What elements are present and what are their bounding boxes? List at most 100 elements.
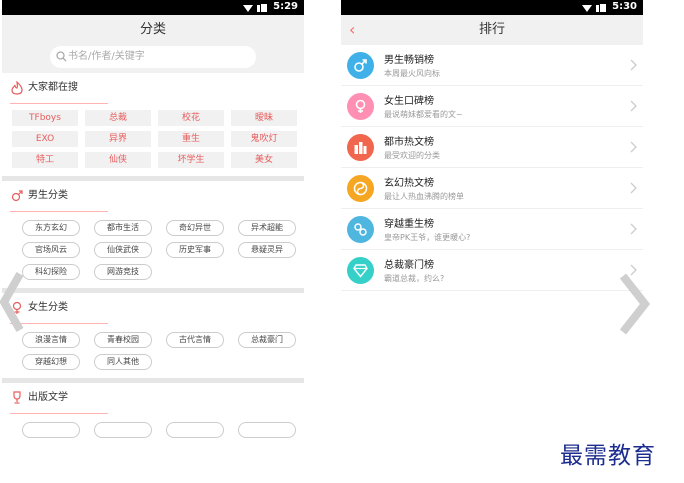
category-screen: 5:29 分类 书名/作者/关键字 大家都在搜 TFboys 总裁 校花 暧昧 …	[2, 0, 304, 450]
chevron-right-icon	[630, 223, 637, 235]
search-placeholder: 书名/作者/关键字	[68, 51, 145, 62]
hot-tag[interactable]: 校花	[158, 110, 224, 126]
rank-title: 男生畅销榜	[384, 55, 434, 66]
timetravel-icon	[354, 223, 367, 236]
rank-list-item[interactable]: 总裁豪门榜 霸道总裁，约么?	[341, 250, 643, 291]
hot-tag[interactable]: 特工	[12, 152, 78, 168]
back-arrow-icon[interactable]: ‹	[349, 15, 355, 45]
publish-category-grid-partial	[2, 414, 304, 446]
male-category-grid: 东方玄幻 都市生活 奇幻异世 异术超能 官场风云 仙侠武侠 历史军事 悬疑灵异 …	[2, 212, 304, 288]
male-icon	[354, 59, 367, 72]
male-category-title: 男生分类	[2, 181, 304, 211]
category-tag[interactable]: 总裁豪门	[238, 332, 296, 348]
category-tag[interactable]: 历史军事	[166, 242, 224, 258]
chevron-right-icon	[630, 141, 637, 153]
page-title-text: 排行	[478, 22, 505, 37]
rank-icon-circle	[347, 52, 374, 79]
female-category-title-text: 女生分类	[28, 302, 68, 313]
chevron-right-icon	[630, 100, 637, 112]
page-title: ‹ 排行	[341, 15, 643, 45]
chevron-right-icon	[630, 59, 637, 71]
hot-tag[interactable]: 暧昧	[231, 110, 297, 126]
category-tag[interactable]: 悬疑灵异	[238, 242, 296, 258]
hot-search-grid: TFboys 总裁 校花 暧昧 EXO 异界 重生 鬼吹灯 特工 仙侠 坏学生 …	[2, 104, 304, 176]
category-tag[interactable]: 异术超能	[238, 220, 296, 236]
chevron-right-icon	[630, 182, 637, 194]
category-tag[interactable]: 青春校园	[94, 332, 152, 348]
rank-list-item[interactable]: 玄幻热文榜 最让人热血沸腾的榜单	[341, 168, 643, 209]
hot-tag[interactable]: 坏学生	[158, 152, 224, 168]
category-tag[interactable]: 都市生活	[94, 220, 152, 236]
hot-tag[interactable]: 鬼吹灯	[231, 131, 297, 147]
rank-title: 女生口碑榜	[384, 96, 434, 107]
category-tag[interactable]: 官场风云	[22, 242, 80, 258]
male-category-title-text: 男生分类	[28, 190, 68, 201]
category-tag[interactable]	[238, 422, 296, 438]
rank-icon-circle	[347, 175, 374, 202]
rank-subtitle: 霸道总裁，约么?	[384, 274, 445, 283]
rank-icon-circle	[347, 134, 374, 161]
hot-tag[interactable]: 异界	[85, 131, 151, 147]
diamond-icon	[353, 264, 368, 278]
status-icons	[243, 4, 267, 12]
rank-title: 总裁豪门榜	[384, 260, 434, 271]
category-tag[interactable]: 东方玄幻	[22, 220, 80, 236]
category-tag[interactable]	[22, 422, 80, 438]
category-tag[interactable]: 网游竞技	[94, 264, 152, 280]
rank-list-item[interactable]: 都市热文榜 最受欢迎的分类	[341, 127, 643, 168]
rank-subtitle: 皇帝PK王爷，谁更暖心?	[384, 233, 471, 242]
rank-subtitle: 最说萌妹都爱看的文~	[384, 110, 463, 119]
female-category-title: 女生分类	[2, 293, 304, 323]
rank-subtitle: 最受欢迎的分类	[384, 151, 440, 160]
status-icons	[582, 4, 606, 12]
publish-category-title: 出版文学	[2, 383, 304, 413]
watermark: 最需教育	[560, 443, 656, 469]
category-tag[interactable]	[166, 422, 224, 438]
hot-search-title: 大家都在搜	[2, 73, 304, 103]
female-category-grid: 浪漫言情 青春校园 古代言情 总裁豪门 穿越幻想 同人其他	[2, 324, 304, 378]
rank-list-item[interactable]: 女生口碑榜 最说萌妹都爱看的文~	[341, 86, 643, 127]
category-tag[interactable]: 同人其他	[94, 354, 152, 370]
status-bar: 5:29	[2, 0, 304, 15]
hot-tag[interactable]: 美女	[231, 152, 297, 168]
category-tag[interactable]: 仙侠武侠	[94, 242, 152, 258]
category-tag[interactable]: 穿越幻想	[22, 354, 80, 370]
rank-list-item[interactable]: 穿越重生榜 皇帝PK王爷，谁更暖心?	[341, 209, 643, 250]
hot-search-title-text: 大家都在搜	[28, 82, 78, 93]
carousel-next-arrow-icon[interactable]	[617, 274, 651, 334]
search-bar: 书名/作者/关键字	[2, 45, 304, 73]
hot-tag[interactable]: 总裁	[85, 110, 151, 126]
status-time: 5:29	[273, 1, 298, 12]
status-bar: 5:30	[341, 0, 643, 15]
rank-subtitle: 最让人热血沸腾的榜单	[384, 192, 464, 201]
trophy-icon	[13, 391, 21, 404]
hot-tag[interactable]: 仙侠	[85, 152, 151, 168]
female-icon	[355, 99, 366, 113]
rank-list-item[interactable]: 男生畅销榜 本周最火风向标	[341, 45, 643, 86]
hot-tag[interactable]: EXO	[12, 131, 78, 147]
ranking-screen: 5:30 ‹ 排行 男生畅销榜 本周最火风向标 女生口碑榜 最说萌妹都爱看的文~	[341, 0, 643, 300]
fantasy-icon	[353, 181, 368, 196]
rank-title: 都市热文榜	[384, 137, 434, 148]
rank-icon-circle	[347, 257, 374, 284]
city-icon	[354, 142, 367, 154]
page-title-text: 分类	[139, 22, 166, 37]
search-icon	[56, 51, 67, 62]
rank-title: 穿越重生榜	[384, 219, 434, 230]
category-tag[interactable]: 古代言情	[166, 332, 224, 348]
hot-tag[interactable]: 重生	[158, 131, 224, 147]
category-tag[interactable]: 科幻探险	[22, 264, 80, 280]
rank-icon-circle	[347, 216, 374, 243]
rank-title: 玄幻热文榜	[384, 178, 434, 189]
category-tag[interactable]: 浪漫言情	[22, 332, 80, 348]
hot-tag[interactable]: TFboys	[12, 110, 78, 126]
carousel-prev-arrow-icon[interactable]	[0, 272, 24, 332]
page-title: 分类	[2, 15, 304, 45]
rank-icon-circle	[347, 93, 374, 120]
category-tag[interactable]: 奇幻异世	[166, 220, 224, 236]
search-input[interactable]: 书名/作者/关键字	[50, 46, 256, 68]
male-icon	[11, 190, 23, 202]
flame-icon	[11, 81, 23, 95]
publish-category-title-text: 出版文学	[28, 392, 68, 403]
category-tag[interactable]	[94, 422, 152, 438]
